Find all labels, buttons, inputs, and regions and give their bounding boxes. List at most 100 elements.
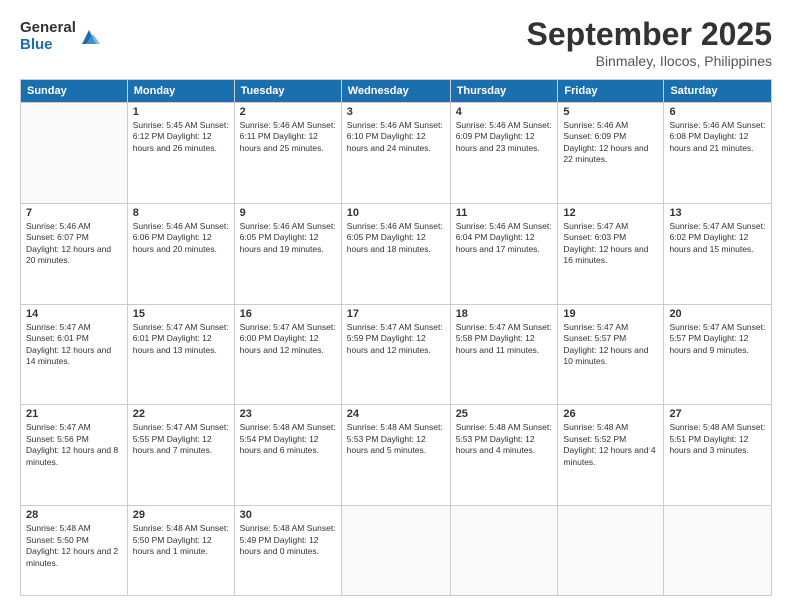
day-number: 24 [347, 408, 445, 420]
table-row: 23Sunrise: 5:48 AM Sunset: 5:54 PM Dayli… [234, 405, 341, 506]
day-number: 30 [240, 509, 336, 521]
day-number: 3 [347, 106, 445, 118]
table-row: 11Sunrise: 5:46 AM Sunset: 6:04 PM Dayli… [450, 203, 558, 304]
logo-icon [78, 26, 100, 48]
table-row: 4Sunrise: 5:46 AM Sunset: 6:09 PM Daylig… [450, 103, 558, 204]
day-info: Sunrise: 5:47 AM Sunset: 5:58 PM Dayligh… [456, 322, 553, 356]
day-info: Sunrise: 5:46 AM Sunset: 6:05 PM Dayligh… [347, 221, 445, 255]
day-info: Sunrise: 5:46 AM Sunset: 6:11 PM Dayligh… [240, 120, 336, 154]
table-row: 10 Sunrise: 5:46 AM Sunset: 6:05 PM Dayli… [341, 203, 450, 304]
day-number: 28 [26, 509, 122, 521]
day-number: 26 [563, 408, 658, 420]
day-info: Sunrise: 5:47 AM Sunset: 5:57 PM Dayligh… [563, 322, 658, 368]
location: Binmaley, Ilocos, Philippines [527, 53, 772, 69]
day-info: Sunrise: 5:46 AM Sunset: 6:06 PM Dayligh… [133, 221, 229, 255]
table-row [450, 506, 558, 596]
day-number: 11 [456, 207, 553, 219]
table-row: 25 Sunrise: 5:48 AM Sunset: 5:53 PM Dayli… [450, 405, 558, 506]
day-info: Sunrise: 5:47 AM Sunset: 5:56 PM Dayligh… [26, 422, 122, 468]
day-info: Sunrise: 5:48 AM Sunset: 5:50 PM Dayligh… [133, 523, 229, 557]
day-info: Sunrise: 5:48 AM Sunset: 5:53 PM Dayligh… [347, 422, 445, 456]
day-number: 2 [240, 106, 336, 118]
day-info: Sunrise: 5:46 AM Sunset: 6:08 PM Dayligh… [669, 120, 766, 154]
table-row: 21Sunrise: 5:47 AM Sunset: 5:56 PM Dayli… [21, 405, 128, 506]
table-row: 12 Sunrise: 5:47 AM Sunset: 6:03 PM Dayli… [558, 203, 664, 304]
day-number: 18 [456, 308, 553, 320]
table-row: 19 Sunrise: 5:47 AM Sunset: 5:57 PM Dayli… [558, 304, 664, 405]
day-info: Sunrise: 5:45 AM Sunset: 6:12 PM Dayligh… [133, 120, 229, 154]
table-row: 9Sunrise: 5:46 AM Sunset: 6:05 PM Daylig… [234, 203, 341, 304]
table-row: 27 Sunrise: 5:48 AM Sunset: 5:51 PM Dayli… [664, 405, 772, 506]
day-info: Sunrise: 5:47 AM Sunset: 5:55 PM Dayligh… [133, 422, 229, 456]
day-number: 12 [563, 207, 658, 219]
day-number: 13 [669, 207, 766, 219]
day-info: Sunrise: 5:48 AM Sunset: 5:49 PM Dayligh… [240, 523, 336, 557]
day-info: Sunrise: 5:46 AM Sunset: 6:05 PM Dayligh… [240, 221, 336, 255]
day-number: 5 [563, 106, 658, 118]
header-row: Sunday Monday Tuesday Wednesday Thursday… [21, 80, 772, 103]
page: General Blue September 2025 Binmaley, Il… [0, 0, 792, 612]
table-row: 14 Sunrise: 5:47 AM Sunset: 6:01 PM Dayli… [21, 304, 128, 405]
day-number: 17 [347, 308, 445, 320]
col-tuesday: Tuesday [234, 80, 341, 103]
day-info: Sunrise: 5:47 AM Sunset: 6:02 PM Dayligh… [669, 221, 766, 255]
day-number: 20 [669, 308, 766, 320]
table-row: 6 Sunrise: 5:46 AM Sunset: 6:08 PM Daylig… [664, 103, 772, 204]
table-row: 30 Sunrise: 5:48 AM Sunset: 5:49 PM Dayli… [234, 506, 341, 596]
table-row: 2 Sunrise: 5:46 AM Sunset: 6:11 PM Daylig… [234, 103, 341, 204]
table-row: 13 Sunrise: 5:47 AM Sunset: 6:02 PM Dayli… [664, 203, 772, 304]
table-row: 28 Sunrise: 5:48 AM Sunset: 5:50 PM Dayli… [21, 506, 128, 596]
day-info: Sunrise: 5:48 AM Sunset: 5:51 PM Dayligh… [669, 422, 766, 456]
table-row: 20 Sunrise: 5:47 AM Sunset: 5:57 PM Dayli… [664, 304, 772, 405]
logo-blue: Blue [20, 37, 76, 54]
day-info: Sunrise: 5:48 AM Sunset: 5:52 PM Dayligh… [563, 422, 658, 468]
day-info: Sunrise: 5:47 AM Sunset: 6:03 PM Dayligh… [563, 221, 658, 267]
day-number: 22 [133, 408, 229, 420]
day-number: 25 [456, 408, 553, 420]
day-info: Sunrise: 5:46 AM Sunset: 6:09 PM Dayligh… [563, 120, 658, 166]
col-sunday: Sunday [21, 80, 128, 103]
table-row: 22 Sunrise: 5:47 AM Sunset: 5:55 PM Dayli… [127, 405, 234, 506]
day-number: 4 [456, 106, 553, 118]
table-row [21, 103, 128, 204]
day-info: Sunrise: 5:48 AM Sunset: 5:53 PM Dayligh… [456, 422, 553, 456]
table-row: 26 Sunrise: 5:48 AM Sunset: 5:52 PM Dayli… [558, 405, 664, 506]
day-info: Sunrise: 5:46 AM Sunset: 6:10 PM Dayligh… [347, 120, 445, 154]
day-number: 15 [133, 308, 229, 320]
day-number: 6 [669, 106, 766, 118]
month-title: September 2025 [527, 16, 772, 53]
table-row [341, 506, 450, 596]
day-number: 19 [563, 308, 658, 320]
table-row: 15 Sunrise: 5:47 AM Sunset: 6:01 PM Dayli… [127, 304, 234, 405]
table-row: 8 Sunrise: 5:46 AM Sunset: 6:06 PM Daylig… [127, 203, 234, 304]
col-saturday: Saturday [664, 80, 772, 103]
col-thursday: Thursday [450, 80, 558, 103]
table-row: 24 Sunrise: 5:48 AM Sunset: 5:53 PM Dayli… [341, 405, 450, 506]
table-row: 7 Sunrise: 5:46 AM Sunset: 6:07 PM Daylig… [21, 203, 128, 304]
day-number: 27 [669, 408, 766, 420]
day-number: 23 [240, 408, 336, 420]
day-info: Sunrise: 5:47 AM Sunset: 5:57 PM Dayligh… [669, 322, 766, 356]
day-number: 7 [26, 207, 122, 219]
table-row: 5 Sunrise: 5:46 AM Sunset: 6:09 PM Daylig… [558, 103, 664, 204]
table-row: 17Sunrise: 5:47 AM Sunset: 5:59 PM Dayli… [341, 304, 450, 405]
header: General Blue September 2025 Binmaley, Il… [20, 16, 772, 69]
day-info: Sunrise: 5:48 AM Sunset: 5:50 PM Dayligh… [26, 523, 122, 569]
col-wednesday: Wednesday [341, 80, 450, 103]
table-row: 16Sunrise: 5:47 AM Sunset: 6:00 PM Dayli… [234, 304, 341, 405]
day-number: 8 [133, 207, 229, 219]
day-info: Sunrise: 5:47 AM Sunset: 6:01 PM Dayligh… [133, 322, 229, 356]
calendar-table: Sunday Monday Tuesday Wednesday Thursday… [20, 79, 772, 596]
day-number: 1 [133, 106, 229, 118]
table-row [558, 506, 664, 596]
day-number: 14 [26, 308, 122, 320]
day-number: 10 [347, 207, 445, 219]
day-info: Sunrise: 5:47 AM Sunset: 6:01 PM Dayligh… [26, 322, 122, 368]
day-info: Sunrise: 5:46 AM Sunset: 6:07 PM Dayligh… [26, 221, 122, 267]
col-friday: Friday [558, 80, 664, 103]
logo: General Blue [20, 20, 100, 53]
table-row: 3 Sunrise: 5:46 AM Sunset: 6:10 PM Daylig… [341, 103, 450, 204]
logo-general: General [20, 20, 76, 37]
col-monday: Monday [127, 80, 234, 103]
day-number: 29 [133, 509, 229, 521]
